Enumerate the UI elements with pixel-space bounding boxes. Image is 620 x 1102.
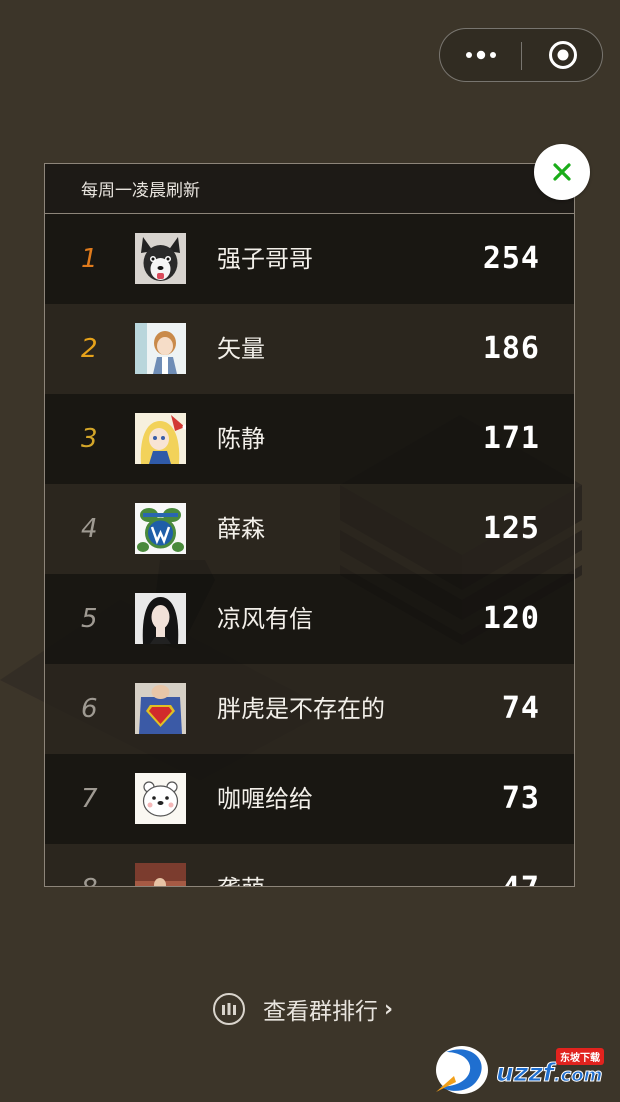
rank-number: 3 xyxy=(81,424,98,454)
player-name: 凉风有信 xyxy=(217,605,313,633)
rank-number: 1 xyxy=(81,244,98,274)
player-score: 125 xyxy=(482,511,540,546)
player-score: 47 xyxy=(502,844,540,886)
rank-number: 2 xyxy=(81,334,98,364)
close-icon xyxy=(553,163,571,181)
anime-boy-avatar xyxy=(135,323,186,374)
leaderboard-row[interactable]: 2 矢量 186 xyxy=(45,304,574,394)
rank-number: 6 xyxy=(81,694,98,724)
watermark-logo-icon xyxy=(436,1046,488,1094)
close-button[interactable] xyxy=(534,144,590,200)
player-name: 矢量 xyxy=(217,335,265,363)
ranking-panel: 每周一凌晨刷新 1 强子哥哥 254 2 矢量 186 3 陈静 171 4 薛森 125 5 凉风有信 1… xyxy=(44,163,575,887)
leaderboard-row[interactable]: 1 强子哥哥 254 xyxy=(45,214,574,304)
chevron-right-icon: › xyxy=(384,996,394,1022)
rank-number: 4 xyxy=(81,514,98,544)
leaderboard-row[interactable]: 3 陈静 171 xyxy=(45,394,574,484)
player-score: 186 xyxy=(482,331,540,366)
rank-number: 5 xyxy=(81,604,98,634)
watermark-badge: 东坡下载 xyxy=(556,1048,604,1065)
player-name: 薛森 xyxy=(217,515,265,543)
turtle-vw-avatar xyxy=(135,503,186,554)
husky-avatar xyxy=(135,233,186,284)
outdoor-photo-avatar xyxy=(135,863,186,886)
leaderboard-row[interactable]: 7 咖喱给给 73 xyxy=(45,754,574,844)
player-name: 强子哥哥 xyxy=(217,245,313,273)
exit-mini-program-button[interactable] xyxy=(522,29,604,81)
player-name: 龚萌 xyxy=(217,844,265,886)
player-name: 胖虎是不存在的 xyxy=(217,695,385,723)
woman-photo-avatar xyxy=(135,593,186,644)
target-circle-icon xyxy=(549,41,577,69)
bear-avatar xyxy=(135,773,186,824)
panel-header: 每周一凌晨刷新 xyxy=(45,164,574,214)
mini-program-capsule xyxy=(439,28,603,82)
rank-number: 8 xyxy=(81,844,111,886)
player-score: 120 xyxy=(482,601,540,636)
rank-number: 7 xyxy=(81,784,98,814)
superman-shirt-avatar xyxy=(135,683,186,734)
leaderboard-list[interactable]: 1 强子哥哥 254 2 矢量 186 3 陈静 171 4 薛森 125 5 凉风有信 120 6 胖虎是不存… xyxy=(45,214,574,886)
bar-chart-icon xyxy=(213,993,245,1025)
player-name: 咖喱给给 xyxy=(217,785,313,813)
player-score: 74 xyxy=(501,691,540,726)
refresh-note: 每周一凌晨刷新 xyxy=(81,181,200,201)
player-name: 陈静 xyxy=(217,425,265,453)
sailor-moon-avatar xyxy=(135,413,186,464)
player-score: 171 xyxy=(482,421,540,456)
player-score: 254 xyxy=(482,241,540,276)
leaderboard-row[interactable]: 8 龚萌 47 xyxy=(45,844,574,886)
leaderboard-row[interactable]: 5 凉风有信 120 xyxy=(45,574,574,664)
leaderboard-row[interactable]: 4 薛森 125 xyxy=(45,484,574,574)
view-group-ranking-link[interactable]: 查看群排行 › xyxy=(213,988,393,1030)
site-watermark: uzzf.com 东坡下载 xyxy=(432,1036,620,1100)
more-options-button[interactable] xyxy=(440,29,522,81)
leaderboard-row[interactable]: 6 胖虎是不存在的 74 xyxy=(45,664,574,754)
player-score: 73 xyxy=(501,781,540,816)
group-ranking-label: 查看群排行 xyxy=(263,999,378,1025)
more-dots-icon xyxy=(466,50,496,60)
